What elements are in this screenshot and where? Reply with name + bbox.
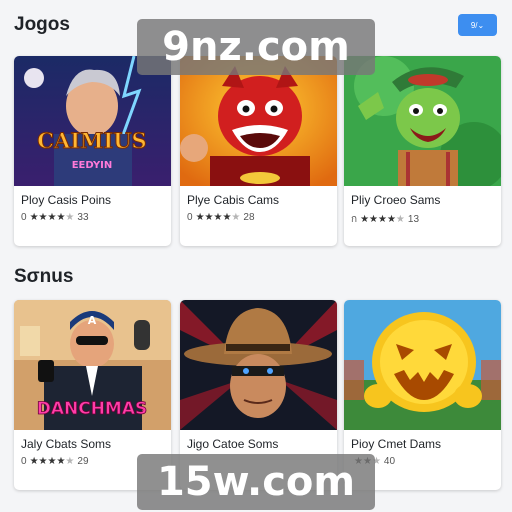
game-art-red-mascot	[180, 56, 337, 186]
card-meta-left: ก	[351, 214, 358, 225]
rating-stars: ★★★★★	[30, 456, 75, 467]
section-title-sonus: Sσnus	[14, 266, 74, 287]
card-meta: 0 ★★★★★ 28	[187, 212, 255, 223]
dropdown-button[interactable]: 9/⌄	[458, 14, 497, 36]
game-card[interactable]: CAIMIUS EEDYIN Ploy Casis Poins 0 ★★★★★ …	[14, 56, 171, 246]
card-meta-right: 40	[383, 456, 396, 467]
game-art-pumpkin-emoji	[344, 300, 501, 430]
card-meta-left: 0	[187, 212, 193, 223]
rating-star-empty: ★	[65, 212, 75, 223]
card-title: Plye Cabis Cams	[187, 193, 280, 207]
rating-stars: ★★★★★	[360, 214, 405, 225]
game-art-hero: CAIMIUS EEDYIN	[14, 56, 171, 186]
game-thumbnail[interactable]	[180, 300, 337, 430]
rating-stars-filled: ★★★★	[195, 212, 232, 223]
svg-text:A: A	[88, 314, 97, 327]
game-card[interactable]: Pliy Croeo Sams ก ★★★★★ 13	[344, 56, 501, 246]
game-card[interactable]: Plye Cabis Cams 0 ★★★★★ 28	[180, 56, 337, 246]
game-thumbnail[interactable]: A DANCHMAS	[14, 300, 171, 430]
card-title: Ploy Casis Poins	[21, 193, 112, 207]
card-meta-right: 29	[77, 456, 89, 467]
dropdown-button-label: 9/⌄	[470, 20, 485, 30]
card-meta-left: 0	[21, 212, 27, 223]
rating-star-empty: ★	[395, 214, 405, 225]
game-art-cowboy	[180, 300, 337, 430]
card-meta: 0 ★★★★★ 33	[21, 212, 89, 223]
watermark-top: 9nz.com	[137, 19, 375, 75]
game-art-green-goblin	[344, 56, 501, 186]
card-title: Pioy Cmet Dams	[351, 437, 442, 451]
card-meta-right: 13	[407, 214, 420, 225]
card-title: Pliy Croeo Sams	[351, 193, 441, 207]
game-art-singer: A DANCHMAS	[14, 300, 171, 430]
game-art-text: DANCHMAS	[37, 399, 148, 419]
game-thumbnail[interactable]	[180, 56, 337, 186]
card-meta: 0 ★★★★★ 29	[21, 456, 89, 467]
rating-stars-filled: ★★★★	[29, 212, 66, 223]
rating-stars: ★★★★★	[30, 212, 75, 223]
game-thumbnail[interactable]	[344, 56, 501, 186]
card-meta: ก ★★★★★ 13	[351, 212, 419, 227]
rating-stars: ★★★★★	[196, 212, 241, 223]
rating-stars-filled: ★★★★	[360, 214, 396, 225]
card-title: Jigo Catoe Soms	[187, 437, 279, 451]
game-thumbnail[interactable]	[344, 300, 501, 430]
rating-star-empty: ★	[231, 212, 241, 223]
rating-stars-filled: ★★★★	[29, 456, 66, 467]
rating-star-empty: ★	[65, 456, 75, 467]
card-meta-left: 0	[21, 456, 27, 467]
game-thumbnail[interactable]: CAIMIUS EEDYIN	[14, 56, 171, 186]
card-meta-right: 28	[243, 212, 255, 223]
game-art-subtext: EEDYIN	[72, 160, 113, 171]
section-title-jogos: Jogos	[14, 14, 70, 35]
game-art-text: CAIMIUS	[37, 128, 146, 153]
card-meta-right: 33	[77, 212, 89, 223]
card-title: Jaly Cbats Soms	[21, 437, 112, 451]
watermark-bottom: 15w.com	[137, 454, 375, 510]
